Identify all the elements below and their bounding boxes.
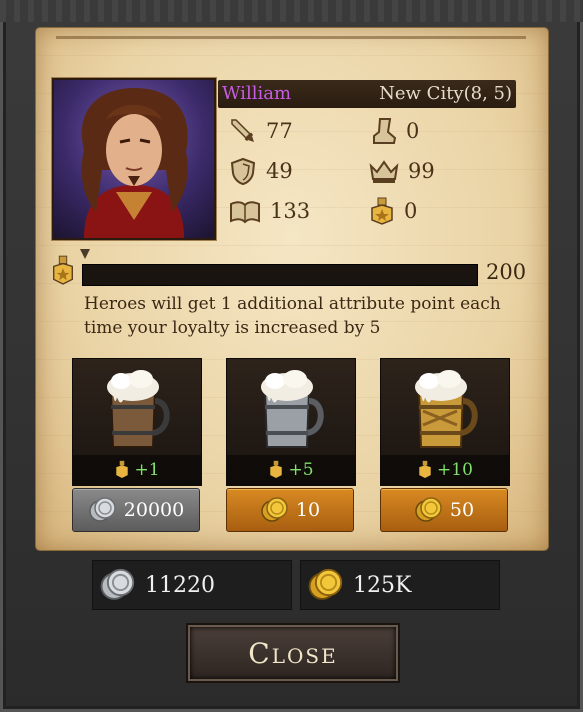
gold-coin-icon	[308, 568, 343, 600]
silver-coin-icon	[89, 497, 116, 522]
buy-ale-small-cost: 20000	[123, 499, 185, 521]
ale-gain-small-value: +1	[134, 460, 160, 480]
ale-gain-medium: +5	[227, 455, 355, 485]
loyalty-progress-marker	[80, 249, 90, 259]
stat-speed-value: 0	[406, 119, 420, 143]
gold-coin-icon	[415, 497, 442, 522]
crown-icon	[369, 160, 399, 183]
ale-gain-large-value: +10	[437, 460, 473, 480]
silver-balance-value: 11220	[145, 572, 215, 598]
silver-coin-icon	[100, 568, 135, 600]
loyalty-medal-icon	[419, 460, 431, 478]
buy-ale-large-cost: 50	[449, 499, 475, 521]
book-icon	[230, 201, 260, 224]
ale-gain-medium-value: +5	[288, 460, 314, 480]
ale-mug-silver-icon	[261, 370, 324, 448]
parchment-top-edge	[56, 36, 526, 39]
stat-politics: 99	[368, 156, 435, 186]
loyalty-description: Heroes will get 1 additional attribute p…	[84, 294, 501, 338]
buy-ale-medium-button[interactable]: 10	[226, 488, 354, 532]
ale-card-small[interactable]: +1	[72, 358, 202, 486]
hero-info-bar: William New City(8, 5)	[218, 80, 516, 108]
hero-portrait	[52, 78, 216, 240]
stat-intelligence-value: 133	[270, 199, 311, 223]
silver-balance: 11220	[92, 560, 292, 610]
close-button[interactable]: Close	[188, 625, 398, 681]
stat-loyalty: 0	[368, 196, 417, 226]
loyalty-max-value: 200	[486, 260, 527, 284]
buy-ale-small-button[interactable]: 20000	[72, 488, 200, 532]
stat-politics-value: 99	[408, 159, 435, 183]
stat-intelligence: 133	[228, 196, 310, 226]
shield-icon	[230, 157, 256, 186]
stat-loyalty-value: 0	[404, 199, 418, 223]
hero-name: William	[222, 83, 292, 104]
ale-gain-small: +1	[73, 455, 201, 485]
ale-gain-large: +10	[381, 455, 509, 485]
gold-coin-icon	[261, 497, 288, 522]
stat-defense-value: 49	[266, 159, 293, 183]
buy-ale-medium-cost: 10	[295, 499, 321, 521]
loyalty-medal-icon	[116, 460, 129, 478]
ale-card-medium[interactable]: +5	[226, 358, 356, 486]
boot-icon	[373, 118, 397, 144]
hero-city: New City(8, 5)	[379, 83, 512, 104]
buy-ale-large-button[interactable]: 50	[380, 488, 508, 532]
stat-attack-value: 77	[266, 119, 293, 143]
frame-top-border	[0, 0, 583, 22]
ale-card-large[interactable]: +10	[380, 358, 510, 486]
loyalty-medal-icon	[270, 460, 283, 478]
stat-speed: 0	[368, 116, 419, 146]
gold-balance: 125K	[300, 560, 500, 610]
loyalty-progress-bar	[82, 264, 478, 286]
ale-mug-wood-icon	[107, 370, 170, 448]
loyalty-medal-icon	[371, 197, 393, 225]
gold-balance-value: 125K	[353, 572, 412, 598]
ale-mug-gold-icon	[415, 370, 478, 448]
sword-icon	[231, 119, 254, 142]
stat-defense: 49	[228, 156, 293, 186]
loyalty-medal-icon	[53, 255, 73, 285]
stat-attack: 77	[228, 116, 293, 146]
